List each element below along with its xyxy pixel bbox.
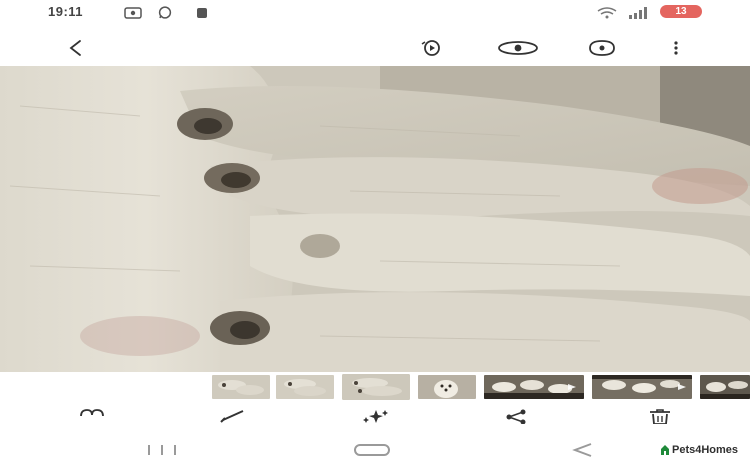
thumbnail-4[interactable]: [418, 375, 476, 399]
pets4homes-logo-icon: [661, 445, 669, 455]
motion-photo-button[interactable]: [418, 36, 446, 60]
thumbnail-3-selected[interactable]: [340, 372, 412, 402]
view-icon: [498, 41, 538, 55]
thumbnail-7[interactable]: [700, 375, 750, 399]
back-arrow-icon: [69, 40, 81, 56]
recents-button[interactable]: [144, 440, 180, 460]
favorite-button[interactable]: [72, 408, 112, 428]
edit-button[interactable]: [214, 408, 254, 428]
back-icon: [572, 443, 592, 457]
delete-icon: [650, 409, 670, 424]
thumbnail-filmstrip: [0, 372, 750, 402]
more-options-icon: [674, 41, 678, 55]
remaster-button[interactable]: [582, 36, 622, 60]
motion-photo-icon: [421, 40, 440, 56]
delete-button[interactable]: [640, 408, 680, 428]
bottom-action-bar: [0, 404, 750, 428]
watermark-text: Pets4Homes: [672, 444, 739, 456]
nav-back-button[interactable]: [568, 440, 598, 460]
signal-icon: [628, 6, 650, 24]
photo-illustration: [0, 66, 750, 372]
ai-edit-button[interactable]: [356, 408, 396, 428]
edit-icon: [220, 410, 244, 423]
whatsapp-icon: [158, 6, 172, 24]
thumbnail-2[interactable]: [276, 375, 334, 399]
top-toolbar: [0, 30, 750, 64]
home-icon: [354, 444, 390, 456]
remaster-icon: [589, 40, 615, 56]
thumbnail-6[interactable]: [592, 375, 692, 399]
view-button[interactable]: [496, 36, 540, 60]
favorite-icon: [80, 409, 104, 417]
back-button[interactable]: [62, 36, 90, 60]
recents-icon: [148, 445, 176, 455]
share-icon: [506, 409, 526, 424]
status-bar: 19:11 13: [0, 0, 750, 26]
home-button[interactable]: [352, 440, 392, 460]
sleeping-puppies-photo[interactable]: [0, 66, 750, 372]
system-navigation-bar: [0, 432, 750, 464]
pets4homes-watermark: Pets4Homes: [660, 444, 738, 456]
battery-badge: 13: [660, 5, 702, 18]
thumbnail-5[interactable]: [484, 375, 584, 399]
wifi-icon: [596, 6, 618, 24]
thumbnail-1[interactable]: [212, 375, 270, 399]
share-button[interactable]: [496, 408, 536, 428]
screenshot-icon: [124, 6, 142, 24]
status-time: 19:11: [48, 4, 84, 19]
more-options-button[interactable]: [662, 36, 690, 60]
notification-icon: [196, 6, 208, 24]
ai-edit-icon: [363, 410, 388, 423]
